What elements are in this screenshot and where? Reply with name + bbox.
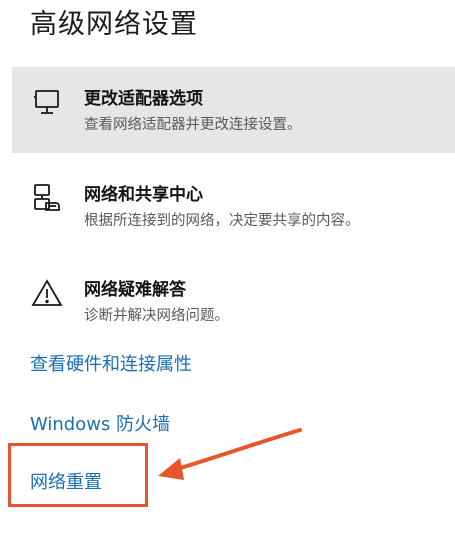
annotation-highlight-box: [8, 443, 148, 507]
network-sharing-center-description: 根据所连接到的网络，决定要共享的内容。: [84, 213, 360, 229]
network-troubleshooter-title: 网络疑难解答: [84, 280, 186, 300]
monitor-icon: [30, 85, 64, 119]
change-adapter-options[interactable]: 更改适配器选项 查看网络适配器并更改连接设置。: [12, 67, 455, 153]
network-sharing-center-title: 网络和共享中心: [84, 185, 203, 205]
network-sharing-center[interactable]: 网络和共享中心 根据所连接到的网络，决定要共享的内容。: [12, 163, 455, 249]
network-share-icon: [30, 181, 64, 215]
page-title: 高级网络设置: [30, 9, 198, 40]
annotation-arrow: [150, 420, 310, 490]
warning-icon: [30, 276, 64, 310]
change-adapter-options-title: 更改适配器选项: [84, 89, 203, 109]
network-troubleshooter-description: 诊断并解决网络问题。: [84, 308, 229, 324]
view-hardware-properties-link[interactable]: 查看硬件和连接属性: [30, 350, 192, 376]
change-adapter-options-description: 查看网络适配器并更改连接设置。: [84, 117, 302, 133]
network-troubleshooter[interactable]: 网络疑难解答 诊断并解决网络问题。: [12, 258, 455, 344]
